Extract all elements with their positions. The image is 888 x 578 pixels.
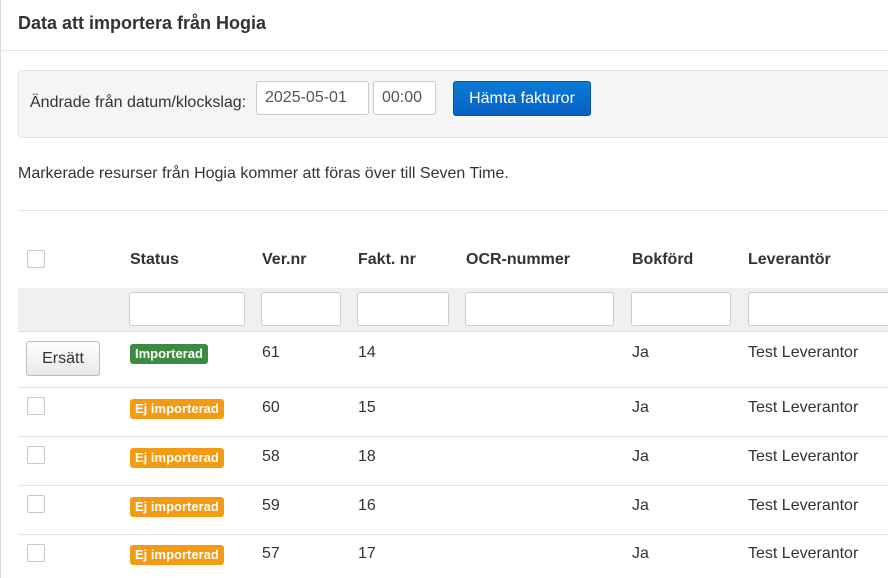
leverantor-cell: Test Leverantor	[748, 344, 859, 361]
leverantor-cell: Test Leverantor	[748, 497, 859, 514]
bokford-cell: Ja	[632, 545, 649, 562]
page-header: Data att importera från Hogia	[0, 0, 888, 51]
table-row: Ej importerad 57 17 Ja Test Leverantor	[18, 535, 888, 578]
fakt-nr-cell: 15	[358, 399, 376, 416]
table-row: Ej importerad 60 15 Ja Test Leverantor	[18, 388, 888, 437]
table-row: Ej importerad 59 16 Ja Test Leverantor	[18, 486, 888, 535]
row-select-checkbox[interactable]	[27, 495, 45, 513]
ver-nr-cell: 60	[262, 399, 280, 416]
column-header-status[interactable]: Status	[130, 251, 179, 269]
leverantor-cell: Test Leverantor	[748, 448, 859, 465]
status-badge: Ej importerad	[130, 448, 224, 468]
table-row: Ersätt Importerad 61 14 Ja Test Leverant…	[18, 332, 888, 388]
leverantor-cell: Test Leverantor	[748, 545, 859, 562]
column-header-ocr[interactable]: OCR-nummer	[466, 251, 570, 269]
row-select-checkbox[interactable]	[27, 544, 45, 562]
column-header-fakt-nr[interactable]: Fakt. nr	[358, 251, 416, 269]
filter-leverantor-input[interactable]	[748, 292, 888, 326]
bokford-cell: Ja	[632, 448, 649, 465]
time-input[interactable]	[373, 81, 436, 115]
column-filter-row	[18, 288, 888, 332]
ver-nr-cell: 61	[262, 344, 280, 361]
bokford-cell: Ja	[632, 344, 649, 361]
date-filter-panel: Ändrade från datum/klockslag: Hämta fakt…	[18, 70, 888, 138]
select-all-checkbox[interactable]	[27, 250, 45, 268]
status-badge: Ej importerad	[130, 399, 224, 419]
date-filter-label: Ändrade från datum/klockslag:	[30, 94, 247, 111]
column-header-leverantor[interactable]: Leverantör	[748, 251, 831, 269]
filter-ver-nr-input[interactable]	[261, 292, 341, 326]
filter-fakt-nr-input[interactable]	[357, 292, 449, 326]
fakt-nr-cell: 18	[358, 448, 376, 465]
fetch-invoices-button[interactable]: Hämta fakturor	[453, 81, 591, 116]
replace-button[interactable]: Ersätt	[26, 341, 100, 376]
bokford-cell: Ja	[632, 399, 649, 416]
fakt-nr-cell: 16	[358, 497, 376, 514]
status-badge: Ej importerad	[130, 497, 224, 517]
leverantor-cell: Test Leverantor	[748, 399, 859, 416]
column-header-ver-nr[interactable]: Ver.nr	[262, 251, 306, 269]
status-badge: Ej importerad	[130, 545, 224, 565]
info-text: Markerade resurser från Hogia kommer att…	[18, 165, 509, 182]
left-border	[0, 0, 1, 578]
fakt-nr-cell: 14	[358, 344, 376, 361]
filter-status-input[interactable]	[129, 292, 245, 326]
ver-nr-cell: 59	[262, 497, 280, 514]
column-header-bokford[interactable]: Bokförd	[632, 251, 693, 269]
fakt-nr-cell: 17	[358, 545, 376, 562]
row-select-checkbox[interactable]	[27, 397, 45, 415]
ver-nr-cell: 57	[262, 545, 280, 562]
ver-nr-cell: 58	[262, 448, 280, 465]
table-header: Status Ver.nr Fakt. nr OCR-nummer Bokför…	[18, 238, 888, 288]
status-badge: Importerad	[130, 344, 208, 364]
table-row: Ej importerad 58 18 Ja Test Leverantor	[18, 437, 888, 486]
date-input[interactable]	[256, 81, 369, 115]
page-title: Data att importera från Hogia	[18, 13, 267, 33]
divider	[18, 210, 888, 211]
bokford-cell: Ja	[632, 497, 649, 514]
filter-ocr-input[interactable]	[465, 292, 614, 326]
filter-bokford-input[interactable]	[631, 292, 731, 326]
row-select-checkbox[interactable]	[27, 446, 45, 464]
